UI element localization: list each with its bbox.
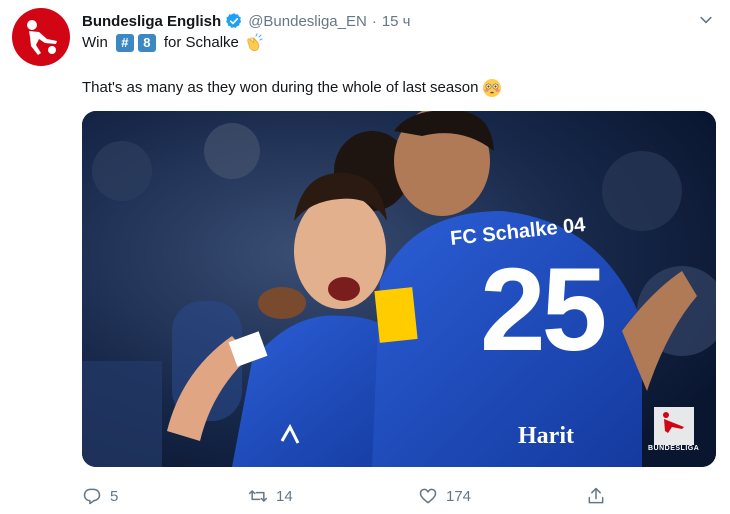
bundesliga-logo-icon xyxy=(27,20,57,55)
heart-icon xyxy=(419,488,437,504)
share-icon xyxy=(588,487,604,504)
tweet-text-line-1: Win # 8 for Schalke xyxy=(82,32,263,54)
flushed-face-icon xyxy=(482,78,502,98)
tweet-actions: 5 14 174 xyxy=(82,482,642,510)
retweet-icon xyxy=(248,490,268,502)
keycap-number-emoji: 8 xyxy=(137,34,156,52)
bundesliga-watermark-label: BUNDESLIGA xyxy=(648,445,700,452)
tweet-text-schalke: for Schalke xyxy=(163,34,239,51)
keycap-hash-emoji: # xyxy=(115,34,134,52)
tweet-timestamp[interactable]: 15 ч xyxy=(382,13,411,30)
share-button[interactable] xyxy=(586,486,606,506)
tweet-text-line-2: That's as many as they won during the wh… xyxy=(82,77,502,99)
reply-count: 5 xyxy=(110,487,119,505)
author-handle[interactable]: @Bundesliga_EN xyxy=(248,13,367,30)
tweet-header: Bundesliga English @Bundesliga_EN · 15 ч xyxy=(82,10,720,32)
retweet-count: 14 xyxy=(276,487,293,505)
clapping-hands-icon xyxy=(243,33,263,53)
jersey-name: Harit xyxy=(518,423,574,449)
reply-button[interactable]: 5 xyxy=(82,486,118,506)
like-button[interactable]: 174 xyxy=(418,486,471,506)
jersey-number: 25 xyxy=(480,244,607,376)
tweet-text-season: That's as many as they won during the wh… xyxy=(82,79,479,96)
separator-dot: · xyxy=(371,12,377,30)
avatar[interactable] xyxy=(12,8,70,66)
tweet-photo[interactable]: FC Schalke 04 25 Harit BUNDESLIGA xyxy=(82,111,716,467)
like-count: 174 xyxy=(446,487,472,505)
reply-icon xyxy=(83,488,101,505)
more-options-chevron-icon[interactable] xyxy=(696,10,716,30)
author-name[interactable]: Bundesliga English xyxy=(82,13,221,30)
retweet-button[interactable]: 14 xyxy=(248,486,293,506)
verified-badge-icon xyxy=(225,12,243,30)
tweet-text-win: Win xyxy=(82,34,108,51)
